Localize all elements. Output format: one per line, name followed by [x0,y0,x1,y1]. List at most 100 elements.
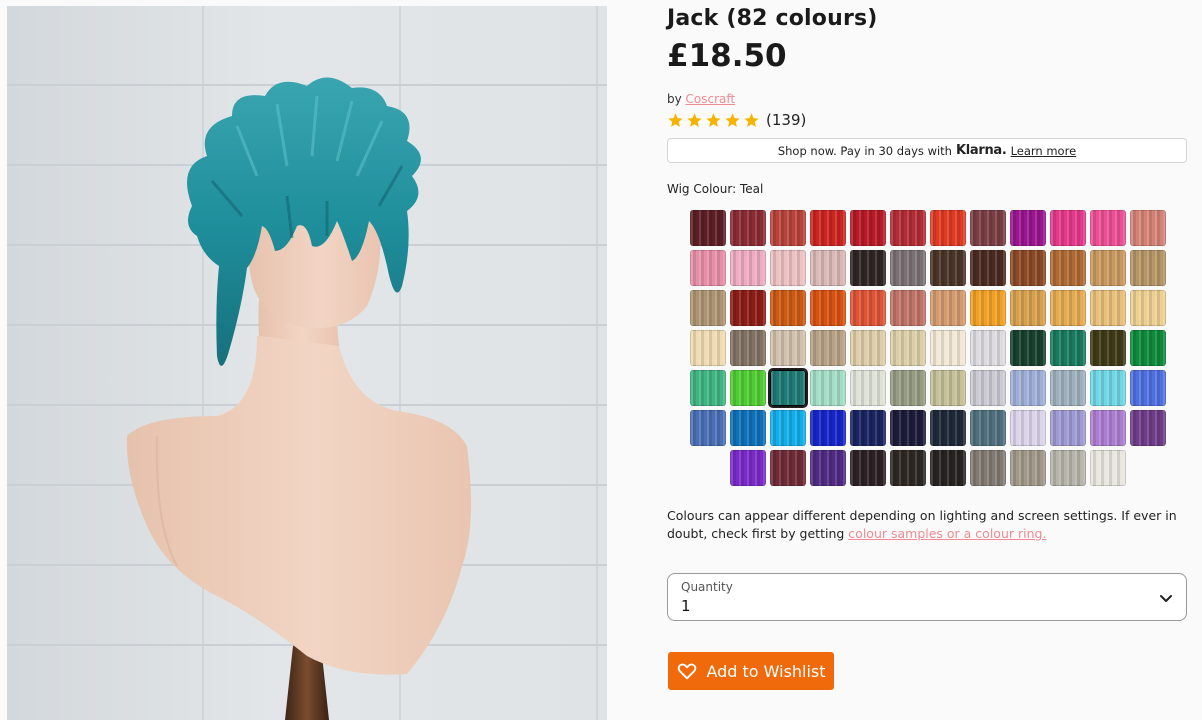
colour-swatch[interactable] [890,250,926,286]
colour-swatch[interactable] [730,210,766,246]
quantity-select[interactable]: Quantity 1 [667,573,1187,621]
add-to-wishlist-button[interactable]: Add to Wishlist [668,652,834,690]
colour-swatch[interactable] [1010,450,1046,486]
colour-swatch[interactable] [810,410,846,446]
colour-swatch[interactable] [850,370,886,406]
colour-swatch[interactable] [770,210,806,246]
colour-swatch[interactable] [930,210,966,246]
klarna-learn-more-link[interactable]: Learn more [1011,144,1077,158]
colour-swatch[interactable] [970,290,1006,326]
colour-swatch[interactable] [810,210,846,246]
colour-swatch[interactable] [850,210,886,246]
klarna-logo: Klarna. [955,143,1007,158]
colour-samples-link[interactable]: colour samples or a colour ring. [848,526,1046,541]
colour-swatch[interactable] [770,410,806,446]
colour-swatch[interactable] [1090,330,1126,366]
colour-swatch[interactable] [1010,410,1046,446]
colour-swatch[interactable] [1130,250,1166,286]
brand-link[interactable]: Coscraft [686,92,736,106]
colour-swatch[interactable] [1130,290,1166,326]
heart-icon [678,663,697,680]
colour-swatch[interactable] [1050,290,1086,326]
colour-swatch[interactable] [730,370,766,406]
colour-swatch[interactable] [730,250,766,286]
colour-swatch[interactable] [930,370,966,406]
colour-swatch[interactable] [690,290,726,326]
colour-swatch[interactable] [1130,370,1166,406]
colour-swatch[interactable] [970,370,1006,406]
quantity-label: Quantity [681,580,733,594]
colour-swatch[interactable] [930,250,966,286]
colour-swatch[interactable] [770,330,806,366]
product-image[interactable] [7,6,607,720]
colour-swatch[interactable] [1010,250,1046,286]
colour-swatch[interactable] [930,290,966,326]
colour-swatch[interactable] [1090,450,1126,486]
colour-swatch[interactable] [850,410,886,446]
colour-swatch[interactable] [1090,370,1126,406]
colour-swatch[interactable] [730,450,766,486]
colour-swatch[interactable] [1090,250,1126,286]
colour-swatch[interactable] [970,450,1006,486]
colour-swatch[interactable] [730,410,766,446]
colour-swatch[interactable] [1010,290,1046,326]
colour-swatch[interactable] [930,410,966,446]
colour-swatch[interactable] [930,450,966,486]
klarna-text: Shop now. Pay in 30 days with [777,143,952,158]
colour-swatch[interactable] [1090,290,1126,326]
colour-swatch[interactable] [1050,410,1086,446]
colour-swatch[interactable] [1050,370,1086,406]
colour-swatch[interactable] [890,330,926,366]
colour-swatch[interactable] [1010,370,1046,406]
rating[interactable]: (139) [667,109,806,131]
colour-swatch[interactable] [768,368,808,408]
chevron-down-icon [1160,595,1172,602]
colour-swatch[interactable] [850,330,886,366]
colour-swatch[interactable] [890,210,926,246]
product-page: Jack (82 colours) £18.50 by Coscraft (13… [0,0,1202,720]
colour-swatch[interactable] [1090,210,1126,246]
colour-swatch[interactable] [1130,330,1166,366]
colour-swatch[interactable] [1130,410,1166,446]
colour-swatch[interactable] [970,210,1006,246]
colour-swatch[interactable] [850,450,886,486]
colour-swatch[interactable] [970,330,1006,366]
colour-swatch[interactable] [1050,330,1086,366]
colour-swatch[interactable] [850,250,886,286]
colour-swatch[interactable] [970,250,1006,286]
colour-swatch[interactable] [1050,250,1086,286]
colour-swatch[interactable] [730,330,766,366]
colour-swatch[interactable] [810,290,846,326]
product-title: Jack (82 colours) [667,6,878,31]
colour-swatch[interactable] [1050,450,1086,486]
colour-swatch[interactable] [770,290,806,326]
colour-swatch[interactable] [890,410,926,446]
colour-swatch[interactable] [1130,210,1166,246]
colour-swatch[interactable] [1050,210,1086,246]
colour-swatch[interactable] [890,290,926,326]
colour-swatch[interactable] [690,370,726,406]
wishlist-label: Add to Wishlist [706,661,826,681]
colour-swatch[interactable] [1010,210,1046,246]
colour-swatch[interactable] [730,290,766,326]
star-icon [668,112,683,127]
colour-swatch[interactable] [890,450,926,486]
colour-swatch[interactable] [770,450,806,486]
colour-swatch[interactable] [690,250,726,286]
colour-swatch[interactable] [690,210,726,246]
colour-swatch[interactable] [1090,410,1126,446]
colour-swatch[interactable] [810,330,846,366]
colour-swatch[interactable] [810,450,846,486]
colour-swatch[interactable] [930,330,966,366]
colour-swatch[interactable] [850,290,886,326]
colour-swatch[interactable] [810,250,846,286]
colour-swatch[interactable] [810,370,846,406]
colour-swatch[interactable] [970,410,1006,446]
colour-swatch[interactable] [770,250,806,286]
colour-swatch[interactable] [690,410,726,446]
rating-stars [667,112,760,129]
colour-swatch-grid [689,210,1167,486]
colour-swatch[interactable] [890,370,926,406]
colour-swatch[interactable] [1010,330,1046,366]
colour-swatch[interactable] [690,330,726,366]
